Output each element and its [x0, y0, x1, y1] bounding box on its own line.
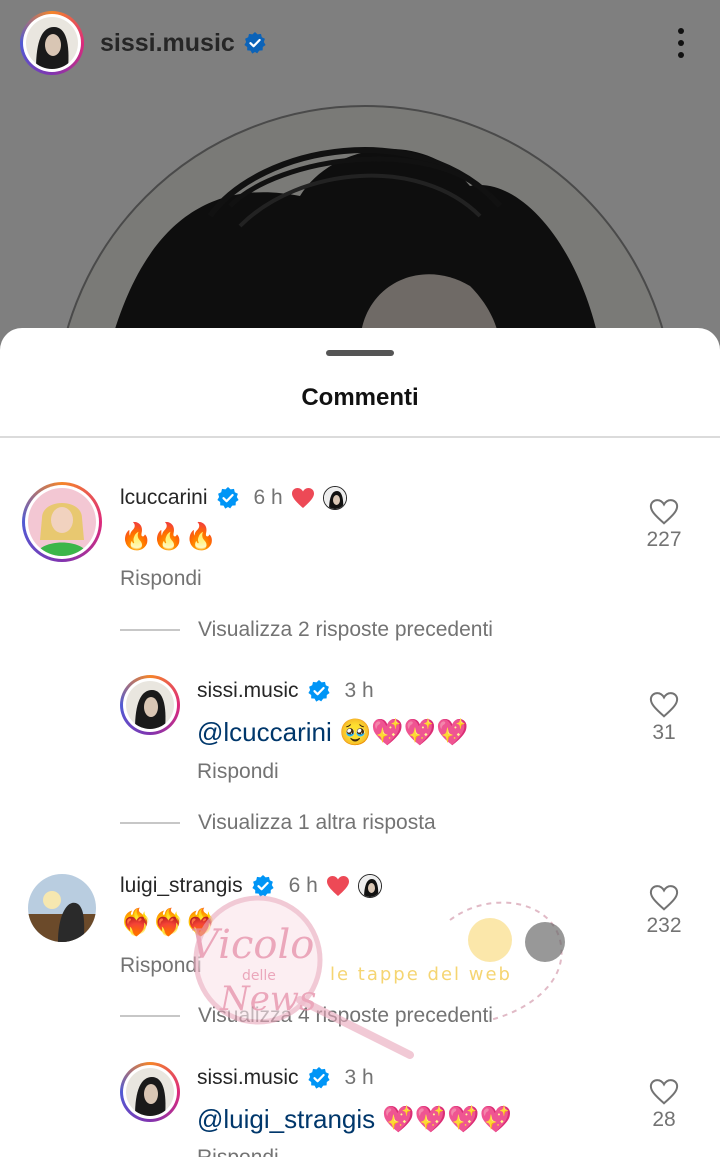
- comment-username[interactable]: luigi_strangis: [120, 874, 243, 898]
- comment-timestamp: 3 h: [344, 1066, 374, 1089]
- avatar[interactable]: [120, 1062, 180, 1122]
- comment-text: 💖💖💖💖: [382, 1105, 512, 1135]
- comment-timestamp: 6 h: [253, 486, 283, 509]
- post-author-username[interactable]: sissi.music: [100, 29, 235, 58]
- comment-username[interactable]: sissi.music: [197, 1066, 299, 1090]
- comment-timestamp: 6 h: [288, 874, 318, 897]
- heart-outline-icon: [649, 692, 679, 718]
- verified-badge-icon: [251, 875, 274, 897]
- comment-timestamp: 3 h: [344, 679, 374, 702]
- verified-badge-icon: [244, 32, 266, 54]
- more-vertical-icon[interactable]: [678, 28, 686, 58]
- post-author-avatar[interactable]: [20, 11, 84, 75]
- comment-text-row: @luigi_strangis 💖💖💖💖: [197, 1104, 512, 1135]
- divider: [120, 629, 180, 631]
- comment-text: ❤️‍🔥❤️‍🔥❤️‍🔥: [120, 908, 218, 938]
- reply-button[interactable]: Rispondi: [120, 954, 202, 978]
- divider: [0, 436, 720, 438]
- mention-link[interactable]: @luigi_strangis: [197, 1104, 375, 1134]
- heart-outline-icon: [649, 885, 679, 911]
- avatar[interactable]: [22, 868, 102, 948]
- divider: [120, 822, 180, 824]
- sheet-drag-handle[interactable]: [326, 350, 394, 356]
- view-replies-label: Visualizza 4 risposte precedenti: [198, 1004, 493, 1027]
- view-replies-label: Visualizza 2 risposte precedenti: [198, 618, 493, 641]
- view-replies-button[interactable]: Visualizza 4 risposte precedenti: [120, 1004, 493, 1028]
- heart-filled-icon: [326, 876, 349, 896]
- creator-avatar-icon: [357, 874, 382, 898]
- comment-username[interactable]: lcuccarini: [120, 486, 208, 510]
- like-count: 28: [652, 1108, 676, 1131]
- reply-button[interactable]: Rispondi: [197, 1146, 279, 1157]
- sheet-title: Commenti: [301, 384, 419, 411]
- mention-link[interactable]: @lcuccarini: [197, 717, 332, 747]
- heart-filled-icon: [291, 488, 314, 508]
- like-button[interactable]: 232: [634, 884, 694, 938]
- post-header: sissi.music: [0, 0, 720, 86]
- verified-badge-icon: [307, 1067, 330, 1089]
- like-button[interactable]: 31: [634, 691, 694, 745]
- view-replies-button[interactable]: Visualizza 2 risposte precedenti: [120, 618, 493, 642]
- view-replies-label: Visualizza 1 altra risposta: [198, 811, 436, 834]
- avatar[interactable]: [22, 482, 102, 562]
- avatar[interactable]: [120, 675, 180, 735]
- verified-badge-icon: [307, 680, 330, 702]
- post-image: [0, 86, 720, 346]
- reply-button[interactable]: Rispondi: [120, 567, 202, 591]
- creator-avatar-icon: [322, 486, 347, 510]
- comment-text-row: @lcuccarini 🥹💖💖💖: [197, 717, 469, 748]
- like-count: 232: [646, 914, 682, 937]
- comment-text: 🥹💖💖💖: [339, 718, 469, 748]
- comment-text: 🔥🔥🔥: [120, 522, 218, 552]
- reply-button[interactable]: Rispondi: [197, 760, 279, 784]
- view-replies-button[interactable]: Visualizza 1 altra risposta: [120, 811, 436, 835]
- like-button[interactable]: 28: [634, 1078, 694, 1132]
- post-image-art: [0, 86, 720, 346]
- like-count: 31: [652, 721, 676, 744]
- divider: [120, 1015, 180, 1017]
- comment-username[interactable]: sissi.music: [197, 679, 299, 703]
- like-button[interactable]: 227: [634, 498, 694, 552]
- like-count: 227: [646, 528, 682, 551]
- heart-outline-icon: [649, 1079, 679, 1105]
- heart-outline-icon: [649, 499, 679, 525]
- verified-badge-icon: [216, 487, 239, 509]
